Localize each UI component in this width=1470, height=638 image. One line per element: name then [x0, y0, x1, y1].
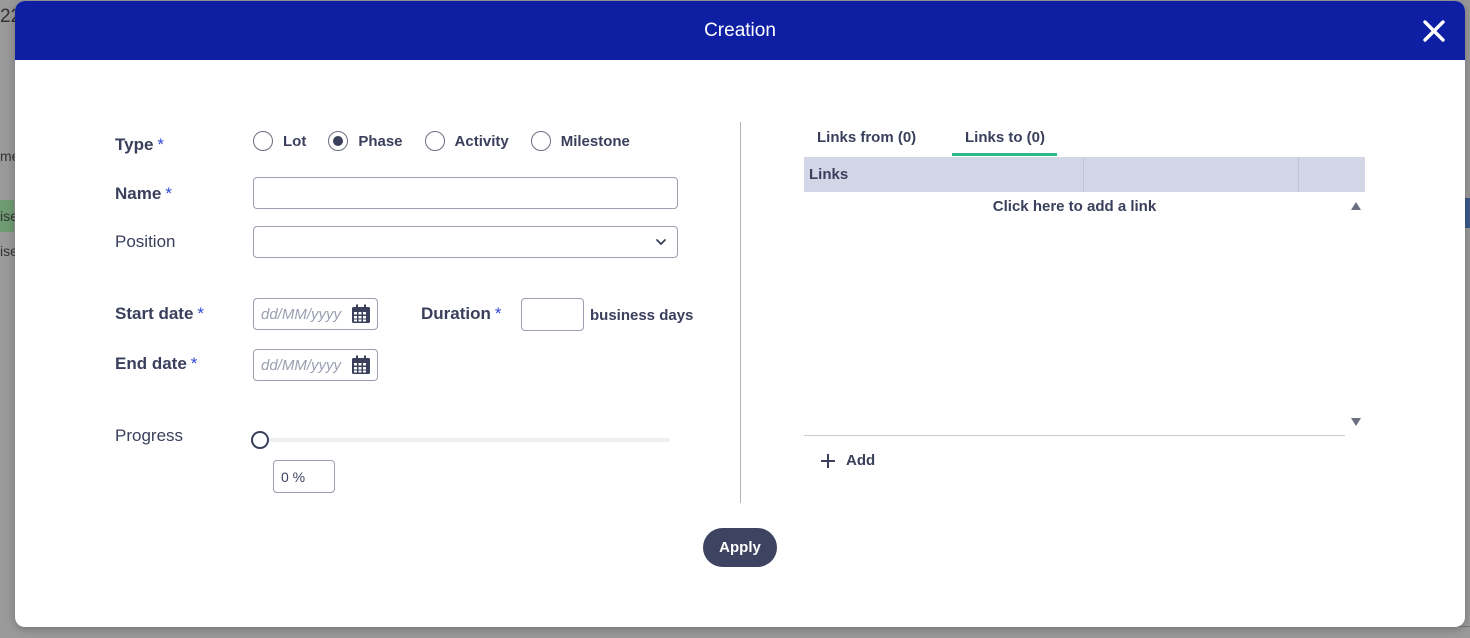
background-grid [230, 626, 1470, 638]
calendar-icon[interactable] [351, 355, 371, 375]
radio-label: Phase [358, 132, 403, 150]
end-date-label: End date * [115, 354, 198, 373]
dialog-header: Creation [15, 1, 1465, 60]
column-divider [740, 122, 741, 503]
progress-slider-thumb[interactable] [251, 431, 269, 449]
type-radio-group: Lot Phase Activity Milestone [253, 131, 652, 151]
position-select[interactable] [253, 226, 678, 258]
end-date-placeholder: dd/MM/yyyy [261, 356, 342, 374]
type-radio-milestone[interactable]: Milestone [530, 131, 630, 151]
progress-slider-track[interactable] [260, 438, 670, 442]
radio-label: Activity [454, 132, 509, 150]
radio-circle [328, 131, 349, 151]
tab-links-to[interactable]: Links to (0) [965, 129, 1045, 146]
required-mark: * [157, 135, 165, 154]
close-button[interactable] [1421, 18, 1447, 44]
progress-label: Progress [115, 426, 184, 445]
scroll-up-icon[interactable] [1350, 201, 1362, 211]
chevron-down-icon [656, 239, 666, 246]
duration-label: Duration * [421, 304, 502, 323]
links-column-header: Links [804, 157, 1084, 192]
radio-circle [530, 131, 551, 151]
tab-links-from[interactable]: Links from (0) [817, 129, 916, 146]
links-table-header: Links [804, 157, 1365, 192]
start-date-placeholder: dd/MM/yyyy [261, 305, 342, 323]
radio-label: Milestone [560, 132, 630, 150]
links-column-2 [1084, 157, 1299, 192]
list-divider [804, 435, 1345, 436]
add-link-button[interactable]: Add [820, 452, 875, 469]
start-date-input[interactable]: dd/MM/yyyy [253, 298, 378, 330]
required-mark: * [197, 304, 205, 323]
radio-circle [424, 131, 445, 151]
links-scrollbar[interactable] [1346, 192, 1365, 435]
type-radio-lot[interactable]: Lot [253, 131, 306, 151]
duration-input[interactable] [521, 298, 584, 331]
type-label: Type * [115, 135, 165, 154]
required-mark: * [190, 354, 198, 373]
plus-icon [821, 453, 835, 468]
name-label: Name * [115, 184, 172, 203]
radio-circle [253, 131, 273, 151]
progress-input[interactable]: 0 % [273, 460, 335, 493]
dialog-title: Creation [704, 19, 776, 41]
radio-label: Lot [283, 132, 307, 150]
links-column-3 [1299, 157, 1365, 192]
calendar-icon[interactable] [351, 304, 371, 324]
position-label: Position [115, 232, 176, 251]
close-icon [1423, 20, 1445, 42]
active-tab-indicator [952, 153, 1057, 156]
scroll-down-icon[interactable] [1350, 417, 1362, 427]
type-radio-activity[interactable]: Activity [424, 131, 509, 151]
add-label: Add [846, 452, 876, 469]
name-input[interactable] [253, 177, 678, 209]
duration-unit: business days [590, 307, 694, 324]
apply-button[interactable]: Apply [703, 528, 777, 567]
start-date-label: Start date * [115, 304, 205, 323]
required-mark: * [494, 304, 502, 323]
add-link-prompt[interactable]: Click here to add a link [804, 198, 1345, 215]
type-radio-phase[interactable]: Phase [328, 131, 403, 151]
creation-dialog: Creation Type * Lot Phase Activity Milest… [15, 1, 1465, 627]
end-date-input[interactable]: dd/MM/yyyy [253, 349, 378, 381]
required-mark: * [165, 184, 172, 203]
